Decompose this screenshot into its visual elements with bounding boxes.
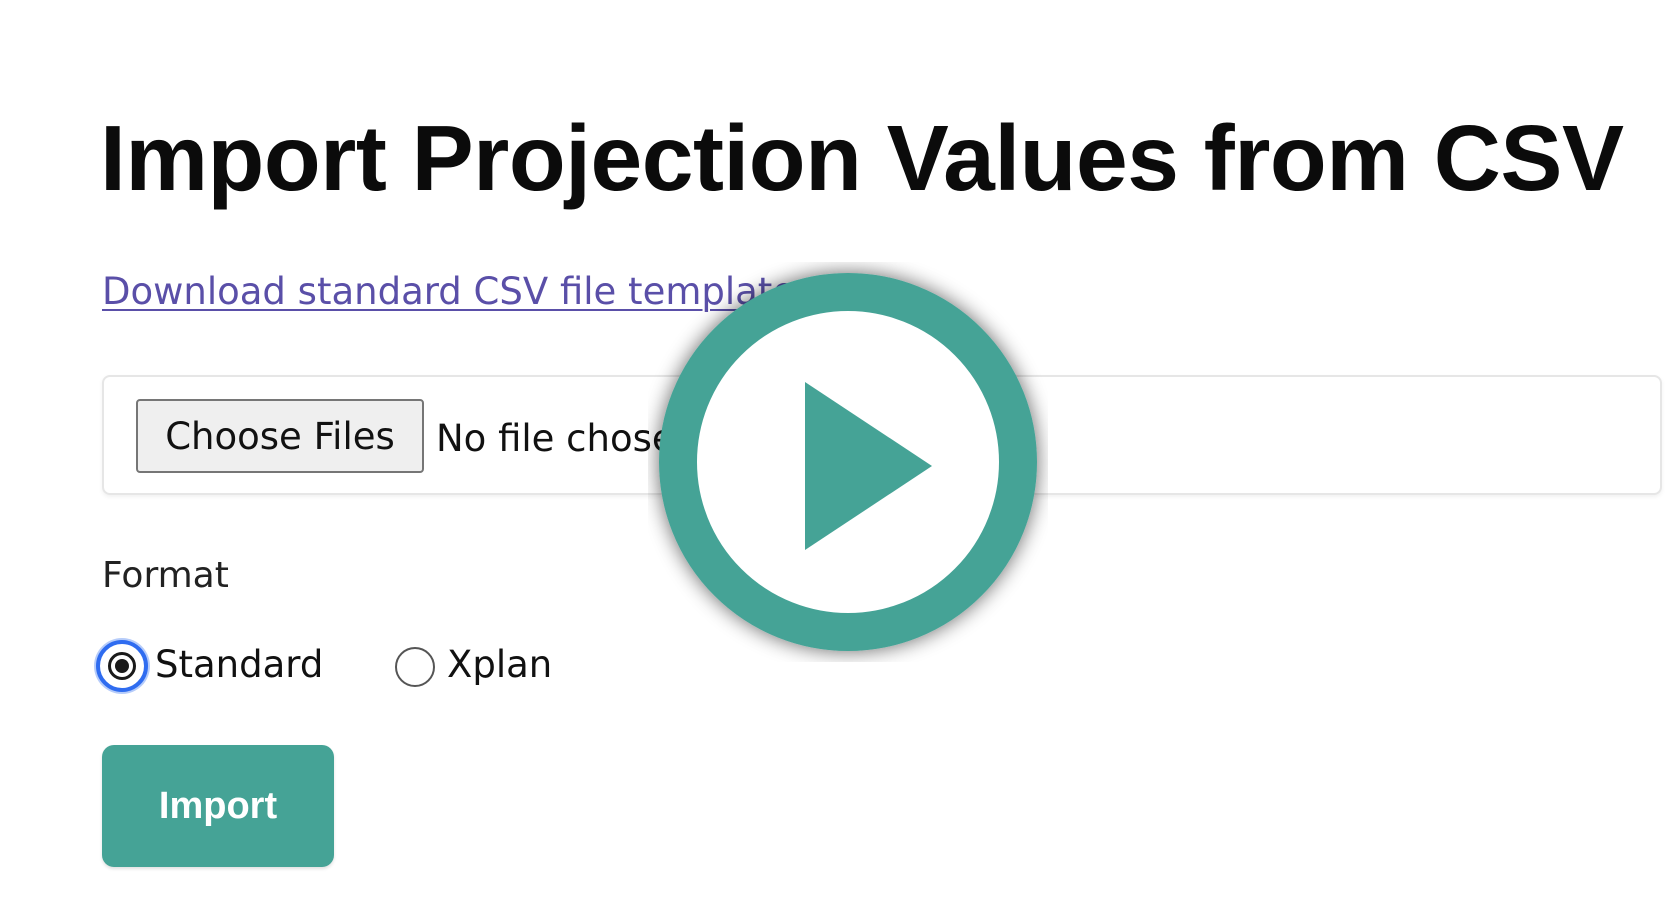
radio-standard-label[interactable]: Standard <box>155 643 323 686</box>
radio-xplan-label[interactable]: Xplan <box>447 643 552 686</box>
choose-files-button[interactable]: Choose Files <box>136 399 424 473</box>
import-button[interactable]: Import <box>102 745 334 867</box>
format-label: Format <box>102 555 229 596</box>
page-title: Import Projection Values from CSV <box>100 106 1624 210</box>
video-play-overlay[interactable] <box>648 262 1048 662</box>
radio-xplan[interactable] <box>395 647 435 687</box>
radio-standard[interactable] <box>96 640 148 692</box>
page: Import Projection Values from CSV Downlo… <box>0 0 1680 916</box>
play-icon <box>659 273 1037 651</box>
